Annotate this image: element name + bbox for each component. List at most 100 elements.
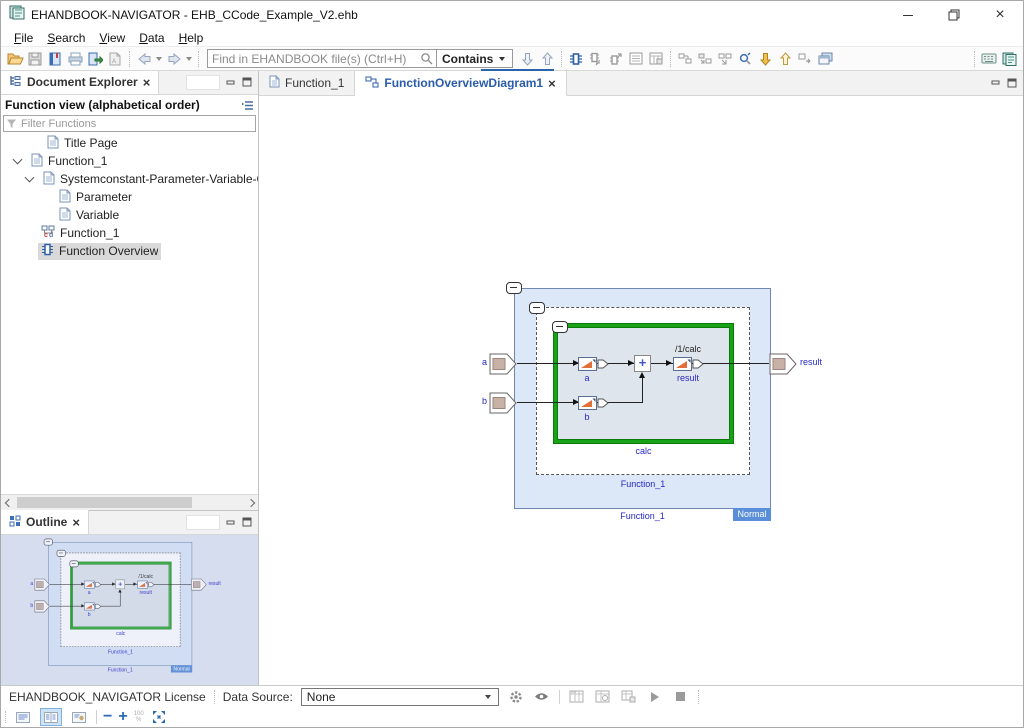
collapse-module-button[interactable] xyxy=(506,282,522,294)
tab-function-overview-diagram1[interactable]: FunctionOverviewDiagram1 × xyxy=(355,71,566,96)
menu-search[interactable]: Search xyxy=(40,31,92,45)
about-icon[interactable] xyxy=(999,49,1019,69)
outline-content[interactable]: + a b result a b /1/calc result calc Fun… xyxy=(1,535,258,685)
new-window-icon[interactable] xyxy=(815,49,835,69)
editor-minimize-icon[interactable] xyxy=(988,76,1002,89)
menu-file[interactable]: File xyxy=(7,31,40,45)
search-mode-dropdown[interactable]: Contains xyxy=(436,49,512,68)
tab-outline[interactable]: Outline × xyxy=(1,510,89,534)
export-up-icon[interactable] xyxy=(775,49,795,69)
zoom-reset-button[interactable]: 100% xyxy=(134,711,144,723)
menu-data[interactable]: Data xyxy=(132,31,171,45)
collapse-module-button[interactable] xyxy=(44,539,53,546)
diagram-prev-icon[interactable] xyxy=(675,49,695,69)
tree-item-systemconstant[interactable]: Systemconstant-Parameter-Variable-Cl xyxy=(1,170,258,188)
keyboard-shortcuts-icon[interactable] xyxy=(979,49,999,69)
tree-item-title-page[interactable]: Title Page xyxy=(1,134,258,152)
collapse-subsystem-button[interactable] xyxy=(70,561,79,568)
list-view-icon[interactable] xyxy=(626,49,646,69)
diagram-jump-icon[interactable] xyxy=(715,49,735,69)
dataset-export-icon[interactable] xyxy=(620,688,638,706)
tree-item-function-1-diagram[interactable]: cdFunction_1 xyxy=(1,224,258,242)
view-menu-icon[interactable] xyxy=(240,99,254,112)
page-info-view-icon[interactable] xyxy=(68,708,90,726)
svg-text:A: A xyxy=(112,59,116,65)
collapse-subsystem-button[interactable] xyxy=(552,321,568,333)
measure-eye-icon[interactable] xyxy=(533,688,551,706)
back-history-caret[interactable] xyxy=(156,57,162,61)
scroll-left-icon[interactable] xyxy=(1,495,16,510)
explorer-minimize-icon[interactable] xyxy=(223,76,237,89)
tree-item-function-overview[interactable]: Function Overview xyxy=(1,242,258,260)
scroll-right-icon[interactable] xyxy=(243,495,258,510)
table-view-icon[interactable] xyxy=(646,49,666,69)
tree-item-parameter[interactable]: Parameter xyxy=(1,188,258,206)
diagram-next-icon[interactable] xyxy=(695,49,715,69)
outline-close-icon[interactable]: × xyxy=(72,516,80,529)
close-button[interactable]: × xyxy=(977,1,1023,29)
zoom-out-button[interactable]: − xyxy=(103,708,112,726)
chevron-down-icon[interactable] xyxy=(25,173,35,183)
function-overview-icon xyxy=(41,243,54,259)
data-source-dropdown[interactable]: None xyxy=(301,688,499,706)
search-input[interactable] xyxy=(208,50,416,67)
chip-up-icon[interactable] xyxy=(606,49,626,69)
tab-function-1[interactable]: Function_1 xyxy=(259,70,355,95)
app-icon xyxy=(9,5,25,25)
scrollbar-thumb[interactable] xyxy=(17,497,192,508)
restore-button[interactable] xyxy=(931,1,977,29)
collapse-function-button[interactable] xyxy=(57,550,66,557)
outline-mini-diagram[interactable]: + a b result a b /1/calc result calc Fun… xyxy=(27,537,230,675)
chip-down-icon[interactable] xyxy=(586,49,606,69)
tree-item-function-1[interactable]: Function_1 xyxy=(1,152,258,170)
minimize-button[interactable] xyxy=(885,1,931,29)
subsystem-box[interactable] xyxy=(554,324,733,443)
open-file-icon[interactable] xyxy=(5,49,25,69)
search-down-icon[interactable] xyxy=(517,49,537,69)
explorer-maximize-icon[interactable] xyxy=(240,76,254,89)
dataset-grid-icon[interactable]: PAT xyxy=(568,688,586,706)
back-icon[interactable] xyxy=(134,49,154,69)
print-icon[interactable] xyxy=(65,49,85,69)
handbook-icon[interactable] xyxy=(45,49,65,69)
explorer-hscrollbar[interactable] xyxy=(1,494,258,510)
single-page-view-icon[interactable] xyxy=(12,708,34,726)
stop-icon[interactable] xyxy=(672,688,690,706)
menu-help[interactable]: Help xyxy=(172,31,211,45)
pdf-export-icon[interactable]: A xyxy=(105,49,125,69)
play-icon[interactable] xyxy=(646,688,664,706)
filter-funnel-icon xyxy=(4,117,18,130)
fit-to-view-icon[interactable] xyxy=(150,708,168,726)
outline-minimize-icon[interactable] xyxy=(223,516,237,529)
forward-icon[interactable] xyxy=(164,49,184,69)
gear-icon[interactable] xyxy=(507,688,525,706)
collapse-function-button[interactable] xyxy=(529,302,545,314)
diagram-export-icon[interactable] xyxy=(795,49,815,69)
save-icon[interactable] xyxy=(25,49,45,69)
book-view-icon[interactable] xyxy=(40,708,62,726)
export-icon[interactable] xyxy=(85,49,105,69)
zoom-in-button[interactable]: + xyxy=(118,708,127,726)
search-up-icon[interactable] xyxy=(537,49,557,69)
chevron-down-icon[interactable] xyxy=(13,155,23,165)
menu-view[interactable]: View xyxy=(92,31,132,45)
adder-block[interactable]: + xyxy=(115,580,125,590)
subsystem-box[interactable] xyxy=(71,562,171,629)
editor-maximize-icon[interactable] xyxy=(1005,76,1019,89)
tree-item-variable[interactable]: Variable xyxy=(1,206,258,224)
pin-diagram-icon[interactable] xyxy=(735,49,755,69)
dataset-compare-icon[interactable] xyxy=(594,688,612,706)
tab-close-icon[interactable]: × xyxy=(548,77,556,90)
tab-document-explorer[interactable]: Document Explorer × xyxy=(1,70,159,94)
explorer-close-icon[interactable]: × xyxy=(143,76,151,89)
forward-history-caret[interactable] xyxy=(186,57,192,61)
diagram-canvas[interactable]: + a b result a b /1/calc result calc Fun… xyxy=(259,96,1023,685)
import-down-icon[interactable] xyxy=(755,49,775,69)
document-explorer-panel: Document Explorer × Function view (alpha… xyxy=(1,71,258,510)
outline-maximize-icon[interactable] xyxy=(240,516,254,529)
port-label-result: result xyxy=(208,581,229,587)
adder-block[interactable]: + xyxy=(634,355,651,372)
search-icon[interactable] xyxy=(416,49,436,69)
function-overview-icon[interactable] xyxy=(566,49,586,69)
filter-functions-input[interactable] xyxy=(18,118,255,130)
